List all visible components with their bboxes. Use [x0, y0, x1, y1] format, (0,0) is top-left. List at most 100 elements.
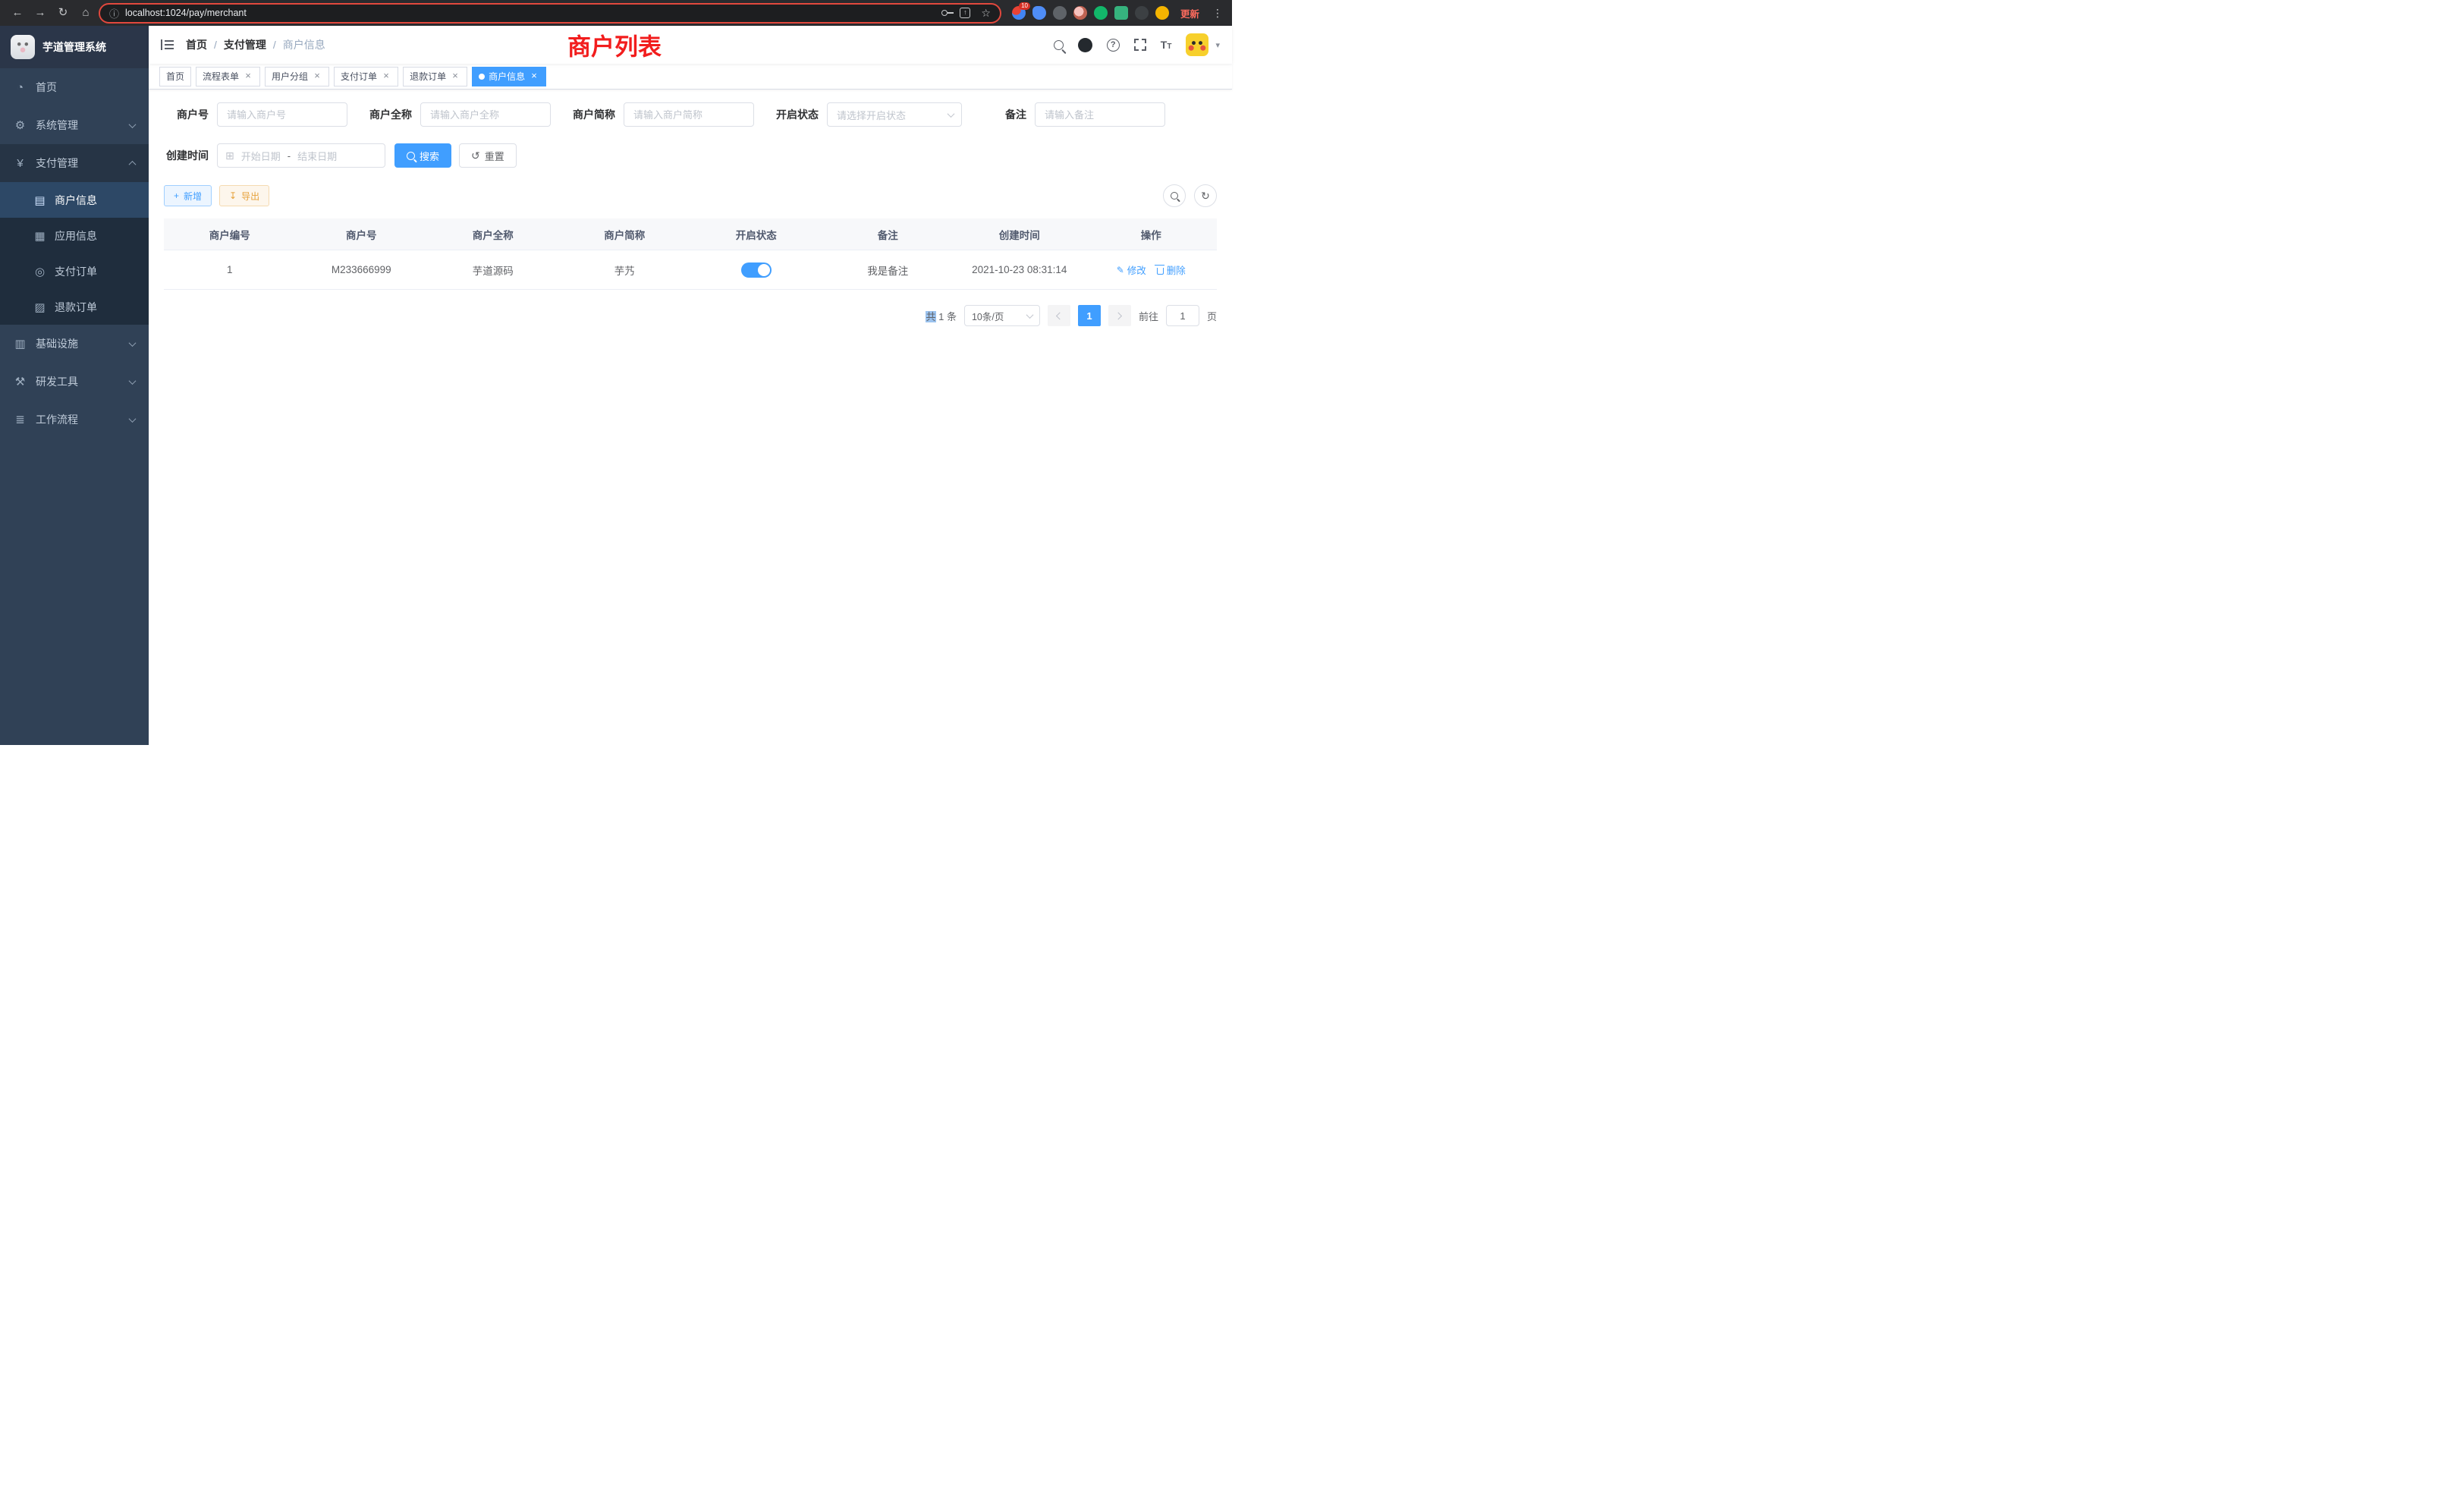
prev-page-button[interactable] [1048, 305, 1070, 326]
delete-button[interactable]: 删除 [1157, 262, 1186, 277]
sidebar-item-dev-tools[interactable]: ⚒ 研发工具 [0, 363, 149, 401]
close-icon[interactable]: × [529, 71, 539, 82]
reset-button[interactable]: ↺ 重置 [459, 143, 517, 168]
close-icon[interactable]: × [381, 71, 391, 82]
sidebar-item-app-info[interactable]: ▦ 应用信息 [0, 218, 149, 253]
extension-icon[interactable] [1114, 6, 1128, 20]
breadcrumb-current: 商户信息 [283, 37, 325, 52]
app-logo[interactable]: 芋道管理系统 [0, 26, 149, 68]
browser-update-button[interactable]: 更新 [1176, 6, 1204, 20]
tag-home[interactable]: 首页 [159, 67, 191, 86]
date-range-picker[interactable]: ⊞ 开始日期 - 结束日期 [217, 143, 385, 168]
infrastructure-icon: ▥ [14, 337, 27, 350]
goto-page-input[interactable] [1166, 305, 1199, 326]
merchant-name-input[interactable] [420, 102, 551, 127]
calendar-icon: ⊞ [225, 149, 234, 162]
home-icon[interactable]: ⌂ [76, 3, 96, 23]
cell-merchant-short: 芋艿 [559, 262, 691, 278]
cell-actions: ✎修改 删除 [1086, 262, 1218, 277]
cell-merchant-no: M233666999 [296, 264, 428, 275]
tag-merchant-info[interactable]: 商户信息× [472, 67, 546, 86]
search-button[interactable]: 搜索 [394, 143, 451, 168]
status-select[interactable]: 请选择开启状态 [827, 102, 962, 127]
extension-icon[interactable] [1073, 6, 1087, 20]
chevron-left-icon [1056, 312, 1064, 319]
bookmark-star-icon[interactable]: ☆ [981, 7, 991, 20]
user-avatar[interactable] [1186, 33, 1208, 56]
add-button[interactable]: + 新增 [164, 185, 212, 206]
sidebar-item-merchant-info[interactable]: ▤ 商户信息 [0, 182, 149, 218]
edit-button[interactable]: ✎修改 [1117, 262, 1146, 277]
sidebar-item-pay-order[interactable]: ◎ 支付订单 [0, 253, 149, 289]
back-icon[interactable]: ← [8, 3, 27, 23]
page-size-select[interactable]: 10条/页 [964, 305, 1040, 326]
order-icon: ◎ [33, 265, 46, 278]
extension-icon[interactable] [1053, 6, 1067, 20]
tag-user-group[interactable]: 用户分组× [265, 67, 329, 86]
close-icon[interactable]: × [450, 71, 460, 82]
extension-icon[interactable] [1032, 6, 1046, 20]
chevron-up-icon [129, 160, 137, 168]
extension-icon[interactable] [1094, 6, 1108, 20]
app-title: 芋道管理系统 [42, 39, 106, 55]
search-icon [1171, 192, 1178, 200]
merchant-short-input[interactable] [624, 102, 754, 127]
cell-remark: 我是备注 [822, 262, 954, 278]
tag-process-form[interactable]: 流程表单× [196, 67, 260, 86]
help-icon[interactable]: ? [1107, 39, 1120, 52]
cell-merchant-name: 芋道源码 [427, 262, 559, 278]
password-key-icon[interactable] [941, 10, 948, 16]
refund-doc-icon: ▨ [33, 300, 46, 314]
status-toggle[interactable] [741, 262, 772, 278]
payment-submenu: ▤ 商户信息 ▦ 应用信息 ◎ 支付订单 ▨ 退款订单 [0, 182, 149, 325]
tag-pay-order[interactable]: 支付订单× [334, 67, 398, 86]
extension-icon[interactable] [1135, 6, 1149, 20]
export-button[interactable]: ↧ 导出 [219, 185, 269, 206]
address-bar[interactable]: ⓘ localhost:1024/pay/merchant ↑ ☆ [99, 3, 1001, 24]
merchant-no-input[interactable] [217, 102, 347, 127]
tag-refund-order[interactable]: 退款订单× [403, 67, 467, 86]
forward-icon[interactable]: → [30, 3, 50, 23]
profile-avatar-icon[interactable] [1155, 6, 1169, 20]
page-number-1[interactable]: 1 [1078, 305, 1101, 326]
sidebar-item-home[interactable]: ◔ 首页 [0, 68, 149, 106]
next-page-button[interactable] [1108, 305, 1131, 326]
filter-remark: 备注 [982, 102, 1165, 127]
sidebar-menu: ◔ 首页 ⚙ 系统管理 ¥ 支付管理 ▤ 商户信息 ▦ 应用信息 [0, 68, 149, 745]
cell-merchant-id: 1 [164, 264, 296, 275]
active-dot-icon [479, 74, 485, 80]
chevron-right-icon [1115, 312, 1123, 319]
refresh-table-button[interactable]: ↻ [1194, 184, 1217, 207]
sidebar-item-refund-order[interactable]: ▨ 退款订单 [0, 289, 149, 325]
search-icon[interactable] [1054, 40, 1064, 50]
close-icon[interactable]: × [312, 71, 322, 82]
font-size-icon[interactable]: TT [1161, 39, 1172, 51]
fullscreen-icon[interactable] [1134, 39, 1146, 51]
edit-icon: ✎ [1117, 265, 1124, 275]
filter-merchant-short: 商户简称 [570, 102, 754, 127]
breadcrumb-payment[interactable]: 支付管理 [224, 37, 266, 52]
sidebar-item-system[interactable]: ⚙ 系统管理 [0, 106, 149, 144]
extension-badge: 10 [1019, 2, 1030, 10]
avatar-caret-icon[interactable]: ▾ [1215, 40, 1220, 50]
reload-icon[interactable]: ↻ [53, 3, 73, 23]
browser-menu-icon[interactable]: ⋮ [1211, 7, 1224, 20]
table-header-row: 商户编号 商户号 商户全称 商户简称 开启状态 备注 创建时间 操作 [164, 218, 1217, 250]
tags-view: 首页 流程表单× 用户分组× 支付订单× 退款订单× 商户信息× [149, 64, 1232, 90]
sidebar-item-infrastructure[interactable]: ▥ 基础设施 [0, 325, 149, 363]
remark-input[interactable] [1035, 102, 1165, 127]
breadcrumb-home[interactable]: 首页 [186, 37, 207, 52]
sidebar-item-workflow[interactable]: ≣ 工作流程 [0, 401, 149, 439]
merchant-card-icon: ▤ [33, 193, 46, 207]
refresh-icon: ↻ [1201, 190, 1210, 201]
close-icon[interactable]: × [243, 71, 253, 82]
sidebar-item-payment[interactable]: ¥ 支付管理 [0, 144, 149, 182]
github-icon[interactable] [1078, 38, 1092, 52]
extension-icon[interactable]: 10 [1012, 6, 1026, 20]
site-info-icon[interactable]: ⓘ [109, 6, 119, 20]
browser-chrome: ← → ↻ ⌂ ⓘ localhost:1024/pay/merchant ↑ … [0, 0, 1232, 26]
toggle-search-button[interactable] [1163, 184, 1186, 207]
sidebar-toggle[interactable] [161, 39, 174, 50]
share-icon[interactable]: ↑ [960, 8, 970, 18]
filter-row-1: 商户号 商户全称 商户简称 开启状态 请选择开启状态 [164, 102, 1217, 127]
